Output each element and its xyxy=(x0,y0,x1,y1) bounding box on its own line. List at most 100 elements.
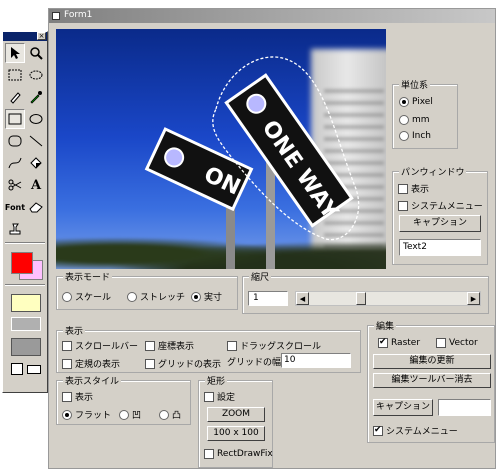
pan-window-group: パンウィンドウ 表示 システムメニュー キャプション Text2 xyxy=(392,165,488,265)
rectangle-icon[interactable] xyxy=(5,109,25,129)
edit-update-button[interactable]: 編集の更新 xyxy=(373,354,491,369)
edit-toolbar-clear-button[interactable]: 編集ツールバー消去 xyxy=(373,373,491,388)
radio-icon xyxy=(62,409,72,420)
zoom-scrollbar[interactable]: ◀ ▶ xyxy=(295,291,481,306)
scissors-icon[interactable] xyxy=(5,175,25,195)
palette-close-button[interactable]: × xyxy=(37,32,46,40)
signs: ON ONE WAY xyxy=(144,56,360,241)
gray-swatch-dark[interactable] xyxy=(11,338,41,356)
app-icon xyxy=(52,12,60,20)
rectdrawfix-checkbox[interactable]: RectDrawFix xyxy=(204,449,273,459)
edit-caption-button[interactable]: キャプション xyxy=(373,399,433,416)
form-window: Form1 ON ONE WAY 単位系 Pixel mm Inch パンウィン… xyxy=(48,8,496,469)
scroll-right-arrow[interactable]: ▶ xyxy=(467,292,480,305)
edit-caption-input[interactable] xyxy=(438,399,491,416)
units-label: 単位系 xyxy=(399,78,431,91)
edit-sysmenu-checkbox[interactable]: システムメニュー xyxy=(373,424,458,437)
zoom-group: 縮尺 1 ◀ ▶ xyxy=(242,270,489,314)
radio-icon xyxy=(399,131,409,141)
lasso-icon[interactable] xyxy=(26,65,46,85)
scroll-left-arrow[interactable]: ◀ xyxy=(296,292,309,305)
text-tool-icon[interactable]: A xyxy=(26,175,46,195)
checkbox-icon xyxy=(398,183,408,194)
rect-select-icon[interactable] xyxy=(5,65,25,85)
ellipse-icon[interactable] xyxy=(26,109,46,129)
display-style-group: 表示スタイル 表示 フラット 凹 凸 xyxy=(56,374,191,425)
scrollbar-checkbox[interactable]: スクロールバー xyxy=(62,339,138,352)
grid-width-label: グリッドの幅 xyxy=(227,358,282,368)
checkbox-icon xyxy=(62,340,72,351)
scroll-thumb[interactable] xyxy=(356,292,366,305)
vector-checkbox[interactable]: Vector xyxy=(436,338,478,348)
style-sunken-radio[interactable]: 凹 xyxy=(119,408,141,421)
palette-divider xyxy=(5,242,45,244)
radio-icon xyxy=(191,291,201,302)
raster-checkbox[interactable]: Raster xyxy=(378,336,420,348)
display-mode-group: 表示モード スケール ストレッチ 実寸 xyxy=(56,270,238,310)
gray-swatch-light[interactable] xyxy=(11,317,41,331)
arrow-icon[interactable] xyxy=(5,43,25,63)
rect-label: 矩形 xyxy=(205,374,228,387)
ruler-checkbox[interactable]: 定規の表示 xyxy=(62,357,120,370)
edit-group: 編集 Raster Vector 編集の更新 編集ツールバー消去 キャプション … xyxy=(367,319,495,443)
style-show-checkbox[interactable]: 表示 xyxy=(62,390,93,403)
checkbox-icon xyxy=(145,358,155,369)
pan-sysmenu-checkbox[interactable]: システムメニュー xyxy=(398,199,483,212)
checkbox-icon xyxy=(204,391,214,402)
display-label: 表示 xyxy=(63,324,86,337)
radio-icon xyxy=(62,291,72,302)
image-view[interactable]: ON ONE WAY xyxy=(56,29,386,269)
rect-zoom-button[interactable]: ZOOM xyxy=(207,407,265,422)
pan-label: パンウィンドウ xyxy=(399,165,467,178)
line-icon[interactable] xyxy=(26,131,46,151)
checkbox-icon xyxy=(62,358,72,369)
rect-group: 矩形 設定 ZOOM 100 x 100 RectDrawFix xyxy=(198,374,273,468)
paint-bucket-icon[interactable] xyxy=(26,153,46,173)
curve-icon[interactable] xyxy=(5,153,25,173)
line-style-outline-icon[interactable] xyxy=(11,363,23,375)
style-raised-radio[interactable]: 凸 xyxy=(159,408,181,421)
radio-icon xyxy=(127,291,137,302)
display-group: 表示 スクロールバー 座標表示 ドラッグスクロール 定規の表示 グリッドの表示 … xyxy=(56,324,361,373)
mode-stretch-radio[interactable]: ストレッチ xyxy=(127,290,185,303)
coords-checkbox[interactable]: 座標表示 xyxy=(145,339,194,352)
rounded-rect-icon[interactable] xyxy=(5,131,25,151)
rect-size-button[interactable]: 100 x 100 xyxy=(207,426,265,441)
window-title: Form1 xyxy=(64,10,93,20)
checkbox-icon xyxy=(204,449,214,459)
radio-icon xyxy=(119,409,129,420)
style-flat-radio[interactable]: フラット xyxy=(62,408,111,421)
unit-inch-radio[interactable]: Inch xyxy=(399,131,431,141)
palette-divider-2 xyxy=(5,284,45,286)
zoom-label: 縮尺 xyxy=(249,270,272,283)
fore-color-swatch[interactable] xyxy=(11,252,33,274)
stamp-icon[interactable] xyxy=(5,219,25,239)
line-style-small-icon[interactable] xyxy=(27,365,41,374)
checkbox-icon xyxy=(62,391,72,402)
radio-icon xyxy=(159,409,169,420)
grid-checkbox[interactable]: グリッドの表示 xyxy=(145,357,221,370)
grid-width-input[interactable]: 10 xyxy=(281,353,351,368)
pan-caption-button[interactable]: キャプション xyxy=(399,215,481,232)
display-mode-label: 表示モード xyxy=(63,270,113,283)
font-button[interactable]: Font xyxy=(5,197,25,217)
edit-label: 編集 xyxy=(374,319,397,332)
unit-pixel-radio[interactable]: Pixel xyxy=(399,97,433,107)
palette-title-bar[interactable]: × xyxy=(3,32,47,41)
drag-scroll-checkbox[interactable]: ドラッグスクロール xyxy=(227,339,321,352)
magnifier-icon[interactable] xyxy=(26,43,46,63)
eraser-icon[interactable] xyxy=(26,197,46,217)
zoom-input[interactable]: 1 xyxy=(248,291,288,306)
mode-actual-radio[interactable]: 実寸 xyxy=(191,290,222,303)
pan-text-input[interactable]: Text2 xyxy=(399,239,481,256)
eyedropper-icon[interactable] xyxy=(26,87,46,107)
rect-setting-checkbox[interactable]: 設定 xyxy=(204,390,235,403)
unit-mm-radio[interactable]: mm xyxy=(399,115,430,125)
fill-swatch[interactable] xyxy=(11,294,41,312)
checkbox-icon xyxy=(398,200,408,211)
eraser-pen-icon[interactable] xyxy=(5,87,25,107)
tool-palette: × A Font xyxy=(2,31,48,393)
title-bar[interactable]: Form1 xyxy=(49,9,495,23)
mode-scale-radio[interactable]: スケール xyxy=(62,290,111,303)
pan-show-checkbox[interactable]: 表示 xyxy=(398,182,429,195)
